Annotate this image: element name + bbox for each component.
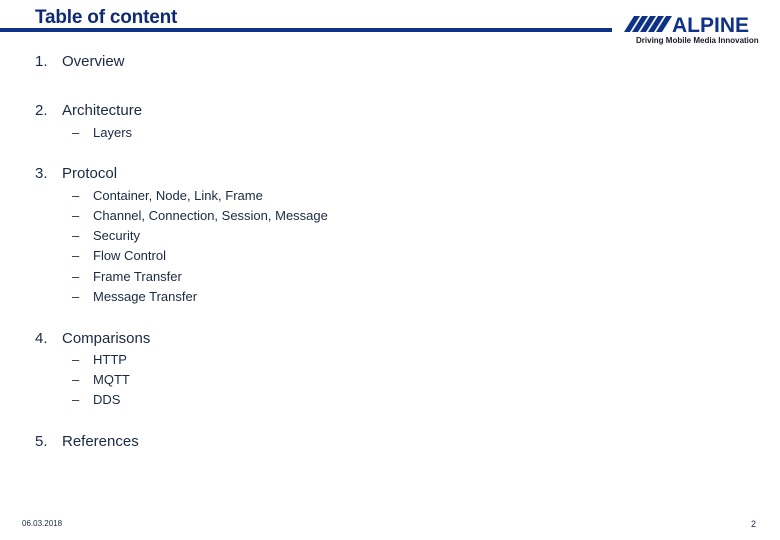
toc-label: References bbox=[62, 433, 139, 450]
toc-number: 4. bbox=[35, 330, 48, 347]
toc-subitem: – MQTT bbox=[72, 372, 130, 387]
toc-label: Architecture bbox=[62, 102, 143, 119]
toc-item-protocol: 3. Protocol bbox=[35, 165, 117, 182]
toc-subitem: – Layers bbox=[72, 125, 133, 140]
toc-number: 5. bbox=[35, 433, 48, 450]
toc-subitem: – DDS bbox=[72, 392, 121, 407]
toc-number: 2. bbox=[35, 102, 48, 119]
toc-subitem: – Channel, Connection, Session, Message bbox=[72, 208, 328, 223]
logo-tagline: Driving Mobile Media Innovation bbox=[636, 36, 759, 45]
toc-item-references: 5. References bbox=[35, 433, 139, 450]
toc-number: 3. bbox=[35, 165, 48, 182]
toc-number: 1. bbox=[35, 53, 48, 70]
toc-subitem: – Security bbox=[72, 228, 140, 243]
page-number: 2 bbox=[751, 519, 757, 529]
toc-subitem: – Frame Transfer bbox=[72, 269, 182, 284]
toc-subitem: – HTTP bbox=[72, 352, 127, 367]
toc-label: Overview bbox=[62, 53, 125, 70]
toc-subitem: – Flow Control bbox=[72, 248, 166, 263]
toc-item-overview: 1. Overview bbox=[35, 53, 125, 70]
toc-subitem: – Message Transfer bbox=[72, 289, 198, 304]
slide-title: Table of content bbox=[35, 7, 178, 28]
toc-label: Protocol bbox=[62, 165, 118, 182]
footer-date: 06.03.2018 bbox=[22, 519, 63, 528]
toc-item-architecture: 2. Architecture bbox=[35, 102, 142, 119]
title-underline bbox=[0, 28, 612, 32]
toc-label: Comparisons bbox=[62, 330, 151, 347]
toc-subitem: – Container, Node, Link, Frame bbox=[72, 188, 263, 203]
toc-item-comparisons: 4. Comparisons bbox=[35, 330, 150, 347]
logo-wordmark: ALPINE bbox=[672, 14, 749, 36]
